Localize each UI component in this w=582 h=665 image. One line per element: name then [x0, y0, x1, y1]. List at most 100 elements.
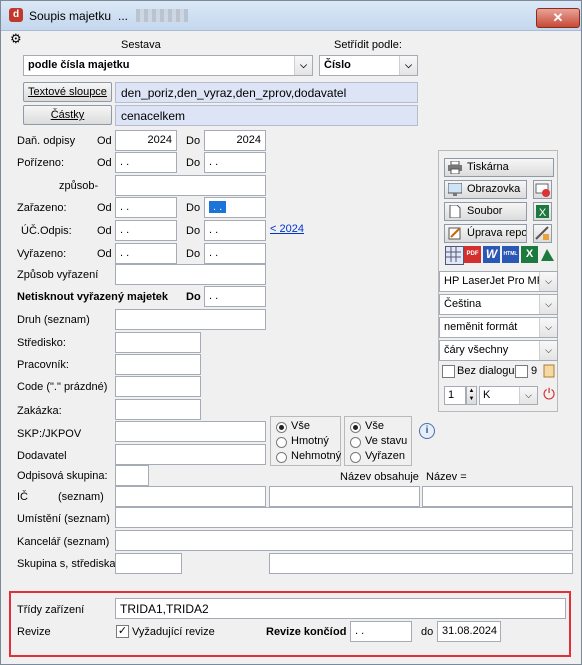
- excel-export-icon[interactable]: X: [521, 246, 538, 263]
- stav-radio-group: Vše Ve stavu Vyřazen: [344, 416, 412, 466]
- vyzadujici-checkbox[interactable]: ✓: [116, 625, 129, 638]
- textove-sloupce-button[interactable]: Textové sloupce: [23, 82, 112, 102]
- ic-seznam-label: (seznam): [58, 491, 104, 503]
- html-icon[interactable]: HTML: [502, 246, 519, 263]
- blurred-title-part: [136, 9, 188, 22]
- uc-odpis-od-field[interactable]: . .: [115, 220, 177, 241]
- app-icon: d: [9, 8, 23, 22]
- nazev-obsahuje-field[interactable]: [269, 486, 420, 507]
- code-field[interactable]: [115, 376, 201, 397]
- k-select[interactable]: K ⌵: [479, 386, 538, 405]
- zpusob-field[interactable]: [115, 175, 266, 196]
- word-icon[interactable]: W: [483, 246, 500, 263]
- tiskarna-label: Tiskárna: [467, 161, 509, 173]
- uc-odpis-do-label: Do: [186, 225, 201, 237]
- setridit-select[interactable]: Číslo ⌵: [319, 55, 418, 76]
- excel-icon[interactable]: X: [533, 202, 552, 221]
- typ-radio-group: Vše Hmotný Nehmotný: [270, 416, 341, 466]
- porizeno-od-field[interactable]: . .: [115, 152, 177, 173]
- chevron-down-icon: ⌵: [539, 318, 557, 337]
- revize-do-label: do: [421, 626, 434, 638]
- typ-radio-2[interactable]: [276, 452, 287, 463]
- soubor-label: Soubor: [467, 205, 503, 217]
- ic-field[interactable]: [115, 486, 266, 507]
- window-title: Soupis majetku: [29, 9, 112, 23]
- nazev-rovno-label: Název =: [426, 471, 467, 483]
- skp-field[interactable]: [115, 421, 266, 442]
- kancelar-field[interactable]: [115, 530, 573, 551]
- vyrazeno-do-label: Do: [186, 248, 201, 260]
- spin-buttons[interactable]: ▲ ▼: [466, 386, 477, 405]
- stredisko-field[interactable]: [115, 332, 201, 353]
- chevron-down-icon: ⌵: [539, 272, 557, 291]
- obrazovka-button[interactable]: Obrazovka: [444, 180, 527, 199]
- dan-odpisy-od-field[interactable]: 2024: [115, 130, 177, 151]
- svg-text:X: X: [539, 207, 547, 219]
- castky-button[interactable]: Částky: [23, 105, 112, 125]
- tridy-field[interactable]: TRIDA1,TRIDA2: [115, 598, 566, 619]
- druh-field[interactable]: [115, 309, 266, 330]
- uprava-button[interactable]: Úprava repor: [444, 224, 527, 243]
- zarazeno-do-selection: . .: [209, 201, 227, 213]
- skupina-field[interactable]: [115, 553, 182, 574]
- netisknout-do-field[interactable]: . .: [204, 286, 266, 307]
- preview-mail-icon[interactable]: [533, 180, 552, 199]
- dodavatel-field[interactable]: [115, 444, 266, 465]
- code-label: Code ("." prázdné): [17, 381, 108, 393]
- uc-odpis-do-field[interactable]: . .: [204, 220, 266, 241]
- revize-do-field[interactable]: 31.08.2024: [437, 621, 501, 642]
- pdf-icon[interactable]: PDF: [464, 246, 481, 263]
- table-icon[interactable]: [445, 246, 464, 265]
- spin-field[interactable]: 1: [444, 386, 466, 405]
- stav-radio-2[interactable]: [350, 452, 361, 463]
- lines-select[interactable]: čáry všechny ⌵: [439, 340, 558, 361]
- porizeno-do-field[interactable]: . .: [204, 152, 266, 173]
- sestava-select[interactable]: podle čísla majetku ⌵: [23, 55, 313, 76]
- textove-sloupce-field[interactable]: den_poriz,den_vyraz,den_zprov,dodavatel: [115, 82, 418, 103]
- pracovnik-field[interactable]: [115, 354, 201, 375]
- revize-od-field[interactable]: . .: [350, 621, 412, 642]
- typ-radio-1[interactable]: [276, 437, 287, 448]
- zpusob-label: způsob-: [59, 180, 99, 192]
- revize-od-label: od: [333, 626, 347, 638]
- info-icon[interactable]: i: [419, 423, 435, 439]
- setridit-label: Setřídit podle:: [334, 39, 402, 51]
- zpusob-vyrazeni-field[interactable]: [115, 264, 266, 285]
- vyrazeno-od-field[interactable]: . .: [115, 243, 177, 264]
- language-value: Čeština: [444, 298, 482, 310]
- castky-field[interactable]: cenacelkem: [115, 105, 418, 126]
- skupina-extra-field[interactable]: [269, 553, 573, 574]
- dan-odpisy-do-field[interactable]: 2024: [204, 130, 266, 151]
- dan-odpisy-label: Daň. odpisy: [17, 135, 76, 147]
- edit-report-icon: [448, 227, 462, 240]
- uc-odpis-od-label: Od: [97, 225, 112, 237]
- zarazeno-do-field[interactable]: . .: [204, 197, 266, 218]
- power-icon[interactable]: ⏻: [541, 386, 557, 404]
- odpisova-label: Odpisová skupina:: [17, 470, 108, 482]
- uc-odpis-link[interactable]: < 2024: [270, 223, 304, 235]
- stav-radio-0[interactable]: [350, 422, 361, 433]
- tiskarna-button[interactable]: Tiskárna: [444, 158, 554, 177]
- settings-hand-icon[interactable]: [542, 363, 556, 379]
- soubor-button[interactable]: Soubor: [444, 202, 527, 221]
- bez-dialogu-checkbox[interactable]: [442, 365, 455, 378]
- umisteni-field[interactable]: [115, 507, 573, 528]
- zakazka-field[interactable]: [115, 399, 201, 420]
- vyrazeno-do-field[interactable]: . .: [204, 243, 266, 264]
- typ-radio-0[interactable]: [276, 422, 287, 433]
- stav-radio-1[interactable]: [350, 437, 361, 448]
- close-button[interactable]: ✕: [536, 8, 580, 28]
- druh-label: Druh (seznam): [17, 314, 90, 326]
- odpisova-field[interactable]: [115, 465, 149, 486]
- format-select[interactable]: neměnit formát ⌵: [439, 317, 558, 338]
- chart-export-icon[interactable]: [540, 246, 555, 263]
- nazev-rovno-field[interactable]: [422, 486, 573, 507]
- zarazeno-od-field[interactable]: . .: [115, 197, 177, 218]
- typ-radio-2-label: Nehmotný: [291, 450, 342, 462]
- gear-icon[interactable]: ⚙: [10, 32, 22, 45]
- printer-select[interactable]: HP LaserJet Pro MFP ⌵: [439, 271, 558, 292]
- textove-sloupce-label: Textové sloupce: [28, 86, 107, 98]
- copies-checkbox[interactable]: [515, 365, 528, 378]
- designer-icon[interactable]: [533, 224, 552, 243]
- language-select[interactable]: Čeština ⌵: [439, 294, 558, 315]
